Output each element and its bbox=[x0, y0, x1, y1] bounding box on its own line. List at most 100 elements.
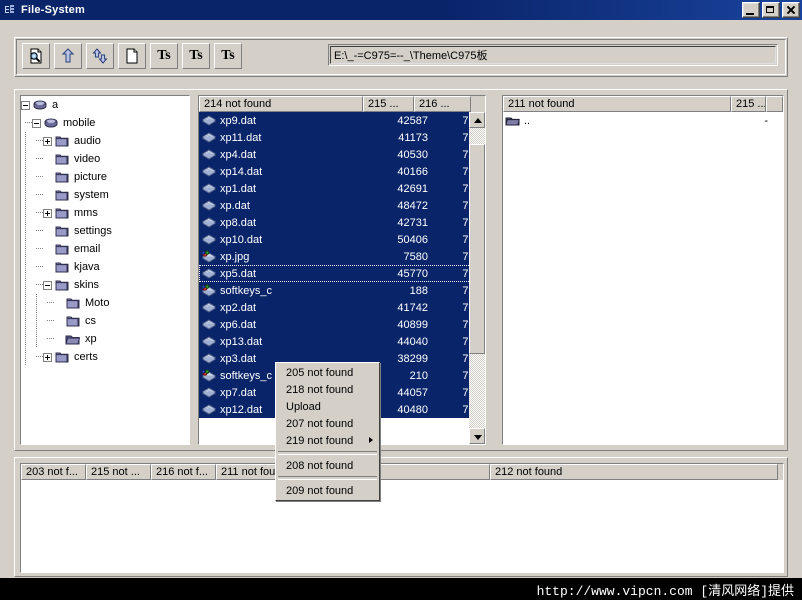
collapse-icon[interactable] bbox=[21, 100, 30, 110]
context-menu[interactable]: 205 not found 218 not found Upload 207 not … bbox=[275, 362, 380, 501]
log-list-rows[interactable] bbox=[21, 480, 783, 572]
up-button[interactable] bbox=[54, 43, 82, 69]
log-list-header[interactable]: 203 not f... 215 not ... 216 not f... 211 n… bbox=[21, 464, 783, 480]
expand-icon[interactable] bbox=[43, 136, 52, 146]
expand-icon[interactable] bbox=[43, 352, 52, 362]
new-file-button[interactable] bbox=[118, 43, 146, 69]
bottom-col-215[interactable]: 215 not ... bbox=[86, 464, 151, 480]
text-style-1-button[interactable]: Ts bbox=[150, 43, 178, 69]
path-value: E:\_-=C975=--_\Theme\C975板 bbox=[334, 50, 488, 62]
bottom-col-212[interactable]: 212 not found bbox=[490, 464, 778, 480]
tree-indent-guide bbox=[32, 186, 43, 204]
scroll-down-button[interactable] bbox=[469, 428, 485, 444]
tree-node-cs[interactable]: cs bbox=[21, 312, 189, 330]
close-button[interactable] bbox=[782, 2, 800, 18]
menu-item-209[interactable]: 209 not found bbox=[276, 482, 379, 499]
tree-node-mms[interactable]: mms bbox=[21, 204, 189, 222]
collapse-icon[interactable] bbox=[43, 280, 52, 290]
menu-item-label: 207 not found bbox=[286, 417, 354, 430]
tree-node-kjava[interactable]: kjava bbox=[21, 258, 189, 276]
scroll-thumb[interactable] bbox=[469, 144, 485, 354]
folder-icon bbox=[54, 350, 70, 364]
dat-icon bbox=[201, 114, 217, 128]
tree-indent-guide bbox=[21, 312, 32, 330]
local-list-header[interactable]: 214 not found 215 ... 216 ... bbox=[199, 96, 485, 112]
restore-button[interactable] bbox=[762, 2, 780, 18]
remote-list-header[interactable]: 211 not found 215 ... bbox=[503, 96, 783, 112]
tree-node-settings[interactable]: settings bbox=[21, 222, 189, 240]
table-row[interactable]: xp.dat4847270004 bbox=[199, 197, 485, 214]
file-name-text: xp9.dat bbox=[220, 114, 257, 127]
tree-node-label: video bbox=[74, 153, 101, 165]
menu-item-upload[interactable]: Upload bbox=[276, 398, 379, 415]
tree-indent-guide bbox=[32, 150, 43, 168]
tree-node-skins[interactable]: skins bbox=[21, 276, 189, 294]
bottom-col-216[interactable]: 216 not f... bbox=[151, 464, 216, 480]
tree-node-moto[interactable]: Moto bbox=[21, 294, 189, 312]
table-row[interactable]: xp10.dat5040670004 bbox=[199, 231, 485, 248]
folder-icon bbox=[54, 188, 70, 202]
scroll-up-button[interactable] bbox=[469, 112, 485, 128]
remote-name-column[interactable]: 211 not found bbox=[503, 96, 731, 112]
tree-node-video[interactable]: video bbox=[21, 150, 189, 168]
expand-icon[interactable] bbox=[43, 208, 52, 218]
collapse-icon[interactable] bbox=[32, 118, 41, 128]
table-row[interactable]: xp11.dat4117370004 bbox=[199, 129, 485, 146]
tree-node-mobile[interactable]: mobile bbox=[21, 114, 189, 132]
tree-node-email[interactable]: email bbox=[21, 240, 189, 258]
tree-node-system[interactable]: system bbox=[21, 186, 189, 204]
menu-item-205[interactable]: 205 not found bbox=[276, 364, 379, 381]
log-list[interactable]: 203 not f... 215 not ... 216 not f... 211 n… bbox=[20, 463, 784, 573]
folder-open-icon bbox=[65, 332, 81, 346]
bottom-col-203[interactable]: 203 not f... bbox=[21, 464, 86, 480]
name-column[interactable]: 214 not found bbox=[199, 96, 363, 112]
table-row[interactable]: xp.jpg758070004 bbox=[199, 248, 485, 265]
table-row[interactable]: .. - bbox=[503, 112, 783, 129]
remote-size-column[interactable]: 215 ... bbox=[731, 96, 766, 112]
table-row[interactable]: xp2.dat4174270004 bbox=[199, 299, 485, 316]
title-bar[interactable]: File-System bbox=[0, 0, 802, 20]
menu-item-208[interactable]: 208 not found bbox=[276, 457, 379, 474]
browse-button[interactable] bbox=[22, 43, 50, 69]
path-field[interactable]: E:\_-=C975=--_\Theme\C975板 bbox=[328, 44, 778, 66]
tree-node-a[interactable]: a bbox=[21, 96, 189, 114]
table-row[interactable]: xp8.dat4273170004 bbox=[199, 214, 485, 231]
tree-indent-guide bbox=[32, 294, 43, 312]
tree-node-audio[interactable]: audio bbox=[21, 132, 189, 150]
text-style-2-button[interactable]: Ts bbox=[182, 43, 210, 69]
folder-tree[interactable]: a mobile audio video picture system mms setting… bbox=[20, 95, 190, 445]
ts-icon: Ts bbox=[157, 48, 171, 63]
tree-node-certs[interactable]: certs bbox=[21, 348, 189, 366]
file-name-text: xp8.dat bbox=[220, 216, 257, 229]
menu-item-207[interactable]: 207 not found bbox=[276, 415, 379, 432]
file-name-text: xp4.dat bbox=[220, 148, 257, 161]
folder-icon bbox=[54, 242, 70, 256]
file-name-text: xp7.dat bbox=[220, 386, 257, 399]
table-row[interactable]: xp1.dat4269170004 bbox=[199, 180, 485, 197]
table-row[interactable]: xp6.dat4089970004 bbox=[199, 316, 485, 333]
table-row[interactable]: xp14.dat4016670004 bbox=[199, 163, 485, 180]
table-row[interactable]: xp9.dat4258770004 bbox=[199, 112, 485, 129]
file-name-text: xp1.dat bbox=[220, 182, 257, 195]
table-row[interactable]: xp4.dat4053070004 bbox=[199, 146, 485, 163]
remote-list-rows[interactable]: .. - bbox=[503, 112, 783, 444]
attr-column[interactable]: 216 ... bbox=[414, 96, 471, 112]
remote-file-list[interactable]: 211 not found 215 ... .. - bbox=[502, 95, 784, 445]
folder-icon bbox=[54, 170, 70, 184]
table-row[interactable]: softkeys_c18870004 bbox=[199, 282, 485, 299]
text-style-3-button[interactable]: Ts bbox=[214, 43, 242, 69]
app-icon bbox=[3, 3, 17, 17]
size-column[interactable]: 215 ... bbox=[363, 96, 414, 112]
menu-item-label: 205 not found bbox=[286, 366, 354, 379]
menu-item-219[interactable]: 219 not found bbox=[276, 432, 379, 449]
tree-node-picture[interactable]: picture bbox=[21, 168, 189, 186]
download-button[interactable] bbox=[86, 43, 114, 69]
local-list-scrollbar[interactable] bbox=[469, 112, 485, 444]
tree-node-xp[interactable]: xp bbox=[21, 330, 189, 348]
menu-item-218[interactable]: 218 not found bbox=[276, 381, 379, 398]
table-row[interactable]: xp13.dat4404070004 bbox=[199, 333, 485, 350]
tree-indent-guide bbox=[32, 348, 43, 366]
minimize-button[interactable] bbox=[742, 2, 760, 18]
table-row[interactable]: xp5.dat4577070004 bbox=[199, 265, 485, 282]
remote-extra-column[interactable] bbox=[766, 96, 783, 112]
